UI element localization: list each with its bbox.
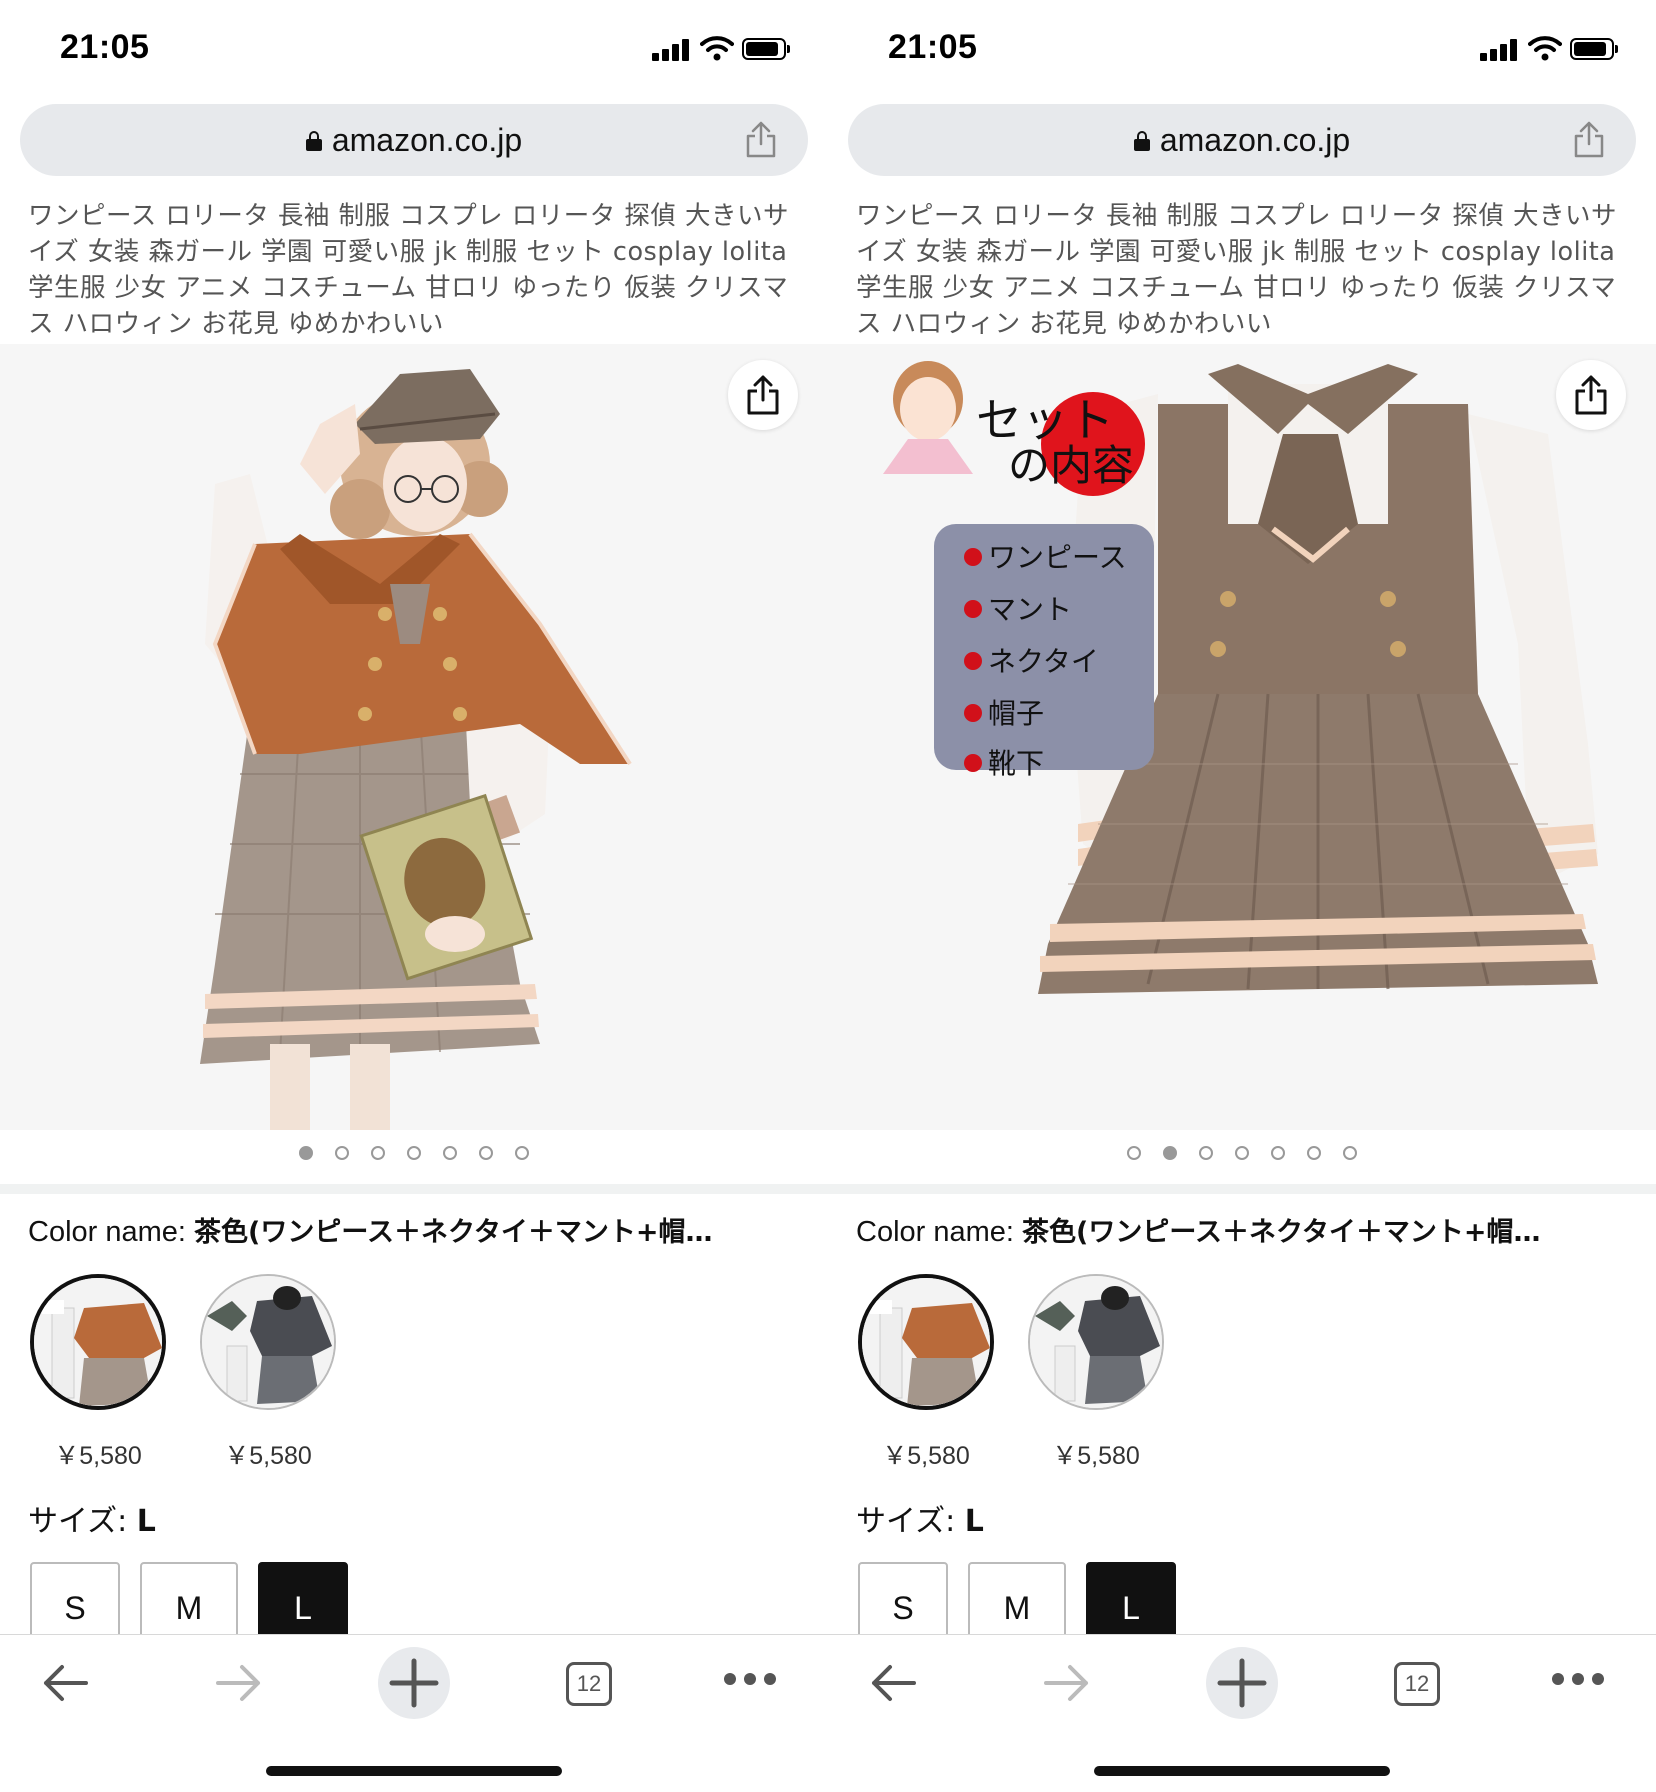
pager-dot[interactable] <box>299 1146 313 1160</box>
screen-left: 21:05 amazon.co.jp ワンピース ロリータ 長袖 制服 コスプレ… <box>0 0 828 1792</box>
set-item: マント <box>964 588 1072 628</box>
pager-dot[interactable] <box>407 1146 421 1160</box>
set-item: ワンピース <box>964 536 1127 576</box>
home-indicator <box>266 1766 562 1776</box>
share-image-button[interactable] <box>728 360 798 430</box>
status-time: 21:05 <box>60 28 150 66</box>
home-indicator <box>1094 1766 1390 1776</box>
share-icon <box>1575 375 1607 415</box>
set-item: 靴下 <box>964 742 1044 782</box>
section-divider <box>828 1184 1656 1194</box>
pager-dot[interactable] <box>335 1146 349 1160</box>
size-option-l[interactable]: L <box>1086 1562 1176 1642</box>
battery-icon <box>742 38 790 60</box>
set-heading-2: の内容 <box>1008 441 1135 490</box>
pager-dot[interactable] <box>1235 1146 1249 1160</box>
size-option-s[interactable]: S <box>858 1562 948 1642</box>
size-option-l[interactable]: L <box>258 1562 348 1642</box>
pager-dot[interactable] <box>1199 1146 1213 1160</box>
pager-dot[interactable] <box>515 1146 529 1160</box>
product-image[interactable] <box>0 344 828 1130</box>
status-time: 21:05 <box>888 28 978 66</box>
size-value: L <box>964 1504 984 1539</box>
pager-dot[interactable] <box>1307 1146 1321 1160</box>
swatch-image <box>34 1278 162 1406</box>
pager-dot[interactable] <box>371 1146 385 1160</box>
swatch-price: ￥5,580 <box>224 1442 312 1470</box>
share-icon[interactable] <box>1572 120 1606 158</box>
back-arrow-icon[interactable] <box>40 1661 90 1705</box>
size-option-m[interactable]: M <box>140 1562 238 1642</box>
swatch-image <box>1030 1276 1162 1408</box>
signal-icon <box>652 37 690 61</box>
tabs-icon[interactable]: 12 <box>566 1662 612 1706</box>
wifi-icon <box>700 36 734 61</box>
tabs-icon[interactable]: 12 <box>1394 1662 1440 1706</box>
forward-arrow-icon[interactable] <box>1042 1661 1092 1705</box>
url-text: amazon.co.jp <box>1159 121 1351 158</box>
swatch-price: ￥5,580 <box>54 1442 142 1470</box>
signal-icon <box>1480 37 1518 61</box>
pager-dot[interactable] <box>443 1146 457 1160</box>
size-label: サイズ: <box>28 1504 137 1539</box>
section-divider <box>0 1184 828 1194</box>
set-item: ネクタイ <box>964 640 1099 680</box>
back-arrow-icon[interactable] <box>868 1661 918 1705</box>
pager-dot[interactable] <box>1343 1146 1357 1160</box>
more-icon[interactable] <box>1550 1671 1606 1687</box>
forward-arrow-icon[interactable] <box>214 1661 264 1705</box>
plus-icon <box>389 1658 439 1708</box>
size-option-m[interactable]: M <box>968 1562 1066 1642</box>
color-name-row: Color name: 茶色(ワンピース＋ネクタイ＋マント+帽… <box>856 1210 1626 1249</box>
share-icon <box>747 375 779 415</box>
set-contents-heading-2: の内容 <box>1008 432 1134 493</box>
size-label: サイズ: <box>856 1504 965 1539</box>
share-icon[interactable] <box>744 120 778 158</box>
color-swatch-grey[interactable] <box>200 1274 336 1410</box>
color-value: 茶色(ワンピース＋ネクタイ＋マント+帽… <box>194 1217 713 1248</box>
color-swatch-brown[interactable] <box>858 1274 994 1410</box>
product-photo-detective-girl <box>0 344 828 1130</box>
product-image[interactable]: セット の内容 ワンピース マント ネクタイ 帽子 靴下 <box>828 344 1656 1130</box>
plus-icon <box>1217 1658 1267 1708</box>
status-bar: 21:05 <box>0 0 828 100</box>
color-value: 茶色(ワンピース＋ネクタイ＋マント+帽… <box>1022 1217 1541 1248</box>
screen-right: 21:05 amazon.co.jp ワンピース ロリータ 長袖 制服 コスプレ… <box>828 0 1656 1792</box>
share-image-button[interactable] <box>1556 360 1626 430</box>
color-label: Color name: <box>856 1216 1023 1248</box>
color-swatch-brown[interactable] <box>30 1274 166 1410</box>
size-value: L <box>136 1504 156 1539</box>
wifi-icon <box>1528 36 1562 61</box>
url-text: amazon.co.jp <box>331 121 523 158</box>
new-tab-button[interactable] <box>378 1647 450 1719</box>
more-icon[interactable] <box>722 1671 778 1687</box>
address-bar[interactable]: amazon.co.jp <box>848 104 1636 176</box>
size-row: サイズ: L <box>856 1496 984 1540</box>
lock-icon <box>1133 131 1150 151</box>
swatch-price: ￥5,580 <box>882 1442 970 1470</box>
status-bar: 21:05 <box>828 0 1656 100</box>
pager-dot[interactable] <box>479 1146 493 1160</box>
color-swatch-grey[interactable] <box>1028 1274 1164 1410</box>
image-pager[interactable] <box>0 1146 828 1168</box>
pager-dot[interactable] <box>1271 1146 1285 1160</box>
pager-dot[interactable] <box>1127 1146 1141 1160</box>
size-option-s[interactable]: S <box>30 1562 120 1642</box>
new-tab-button[interactable] <box>1206 1647 1278 1719</box>
swatch-price: ￥5,580 <box>1052 1442 1140 1470</box>
pager-dot[interactable] <box>1163 1146 1177 1160</box>
swatch-image <box>862 1278 990 1406</box>
set-item: 帽子 <box>964 692 1044 732</box>
set-contents-box: ワンピース マント ネクタイ 帽子 靴下 <box>934 524 1154 780</box>
product-title: ワンピース ロリータ 長袖 制服 コスプレ ロリータ 探偵 大きいサイズ 女装 … <box>28 201 789 339</box>
color-label: Color name: <box>28 1216 195 1248</box>
size-row: サイズ: L <box>28 1496 156 1540</box>
product-title: ワンピース ロリータ 長袖 制服 コスプレ ロリータ 探偵 大きいサイズ 女装 … <box>856 201 1617 339</box>
color-name-row: Color name: 茶色(ワンピース＋ネクタイ＋マント+帽… <box>28 1210 798 1249</box>
image-pager[interactable] <box>828 1146 1656 1168</box>
battery-icon <box>1570 38 1618 60</box>
address-bar[interactable]: amazon.co.jp <box>20 104 808 176</box>
swatch-image <box>202 1276 334 1408</box>
lock-icon <box>305 131 322 151</box>
